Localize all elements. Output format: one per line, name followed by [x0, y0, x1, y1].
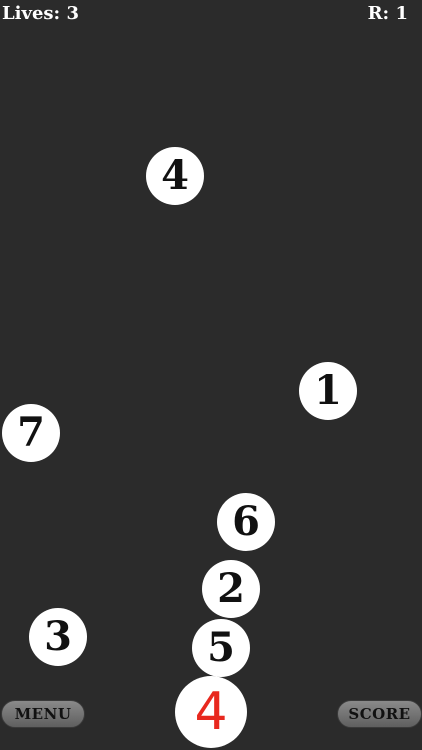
score-button[interactable]: SCORE — [337, 700, 422, 728]
number-ball-1[interactable]: 1 — [299, 362, 357, 420]
lives-counter: Lives: 3 — [2, 3, 79, 24]
player-ball-label: 4 — [194, 682, 228, 742]
round-counter: R: 1 — [367, 3, 408, 24]
ball-label: 3 — [44, 613, 72, 660]
ball-label: 1 — [314, 367, 342, 414]
game-stage[interactable]: Lives: 3 R: 1 4 1 7 6 2 3 5 4 MENU SCORE — [0, 0, 422, 750]
ball-label: 5 — [207, 624, 235, 671]
number-ball-5[interactable]: 5 — [192, 619, 250, 677]
ball-label: 6 — [232, 498, 260, 545]
ball-label: 2 — [217, 565, 245, 612]
number-ball-7[interactable]: 7 — [2, 404, 60, 462]
ball-label: 7 — [17, 409, 45, 456]
number-ball-3[interactable]: 3 — [29, 608, 87, 666]
number-ball-2[interactable]: 2 — [202, 560, 260, 618]
number-ball-4[interactable]: 4 — [146, 147, 204, 205]
player-ball[interactable]: 4 — [175, 676, 247, 748]
number-ball-6[interactable]: 6 — [217, 493, 275, 551]
ball-label: 4 — [161, 152, 189, 199]
menu-button[interactable]: MENU — [1, 700, 85, 728]
